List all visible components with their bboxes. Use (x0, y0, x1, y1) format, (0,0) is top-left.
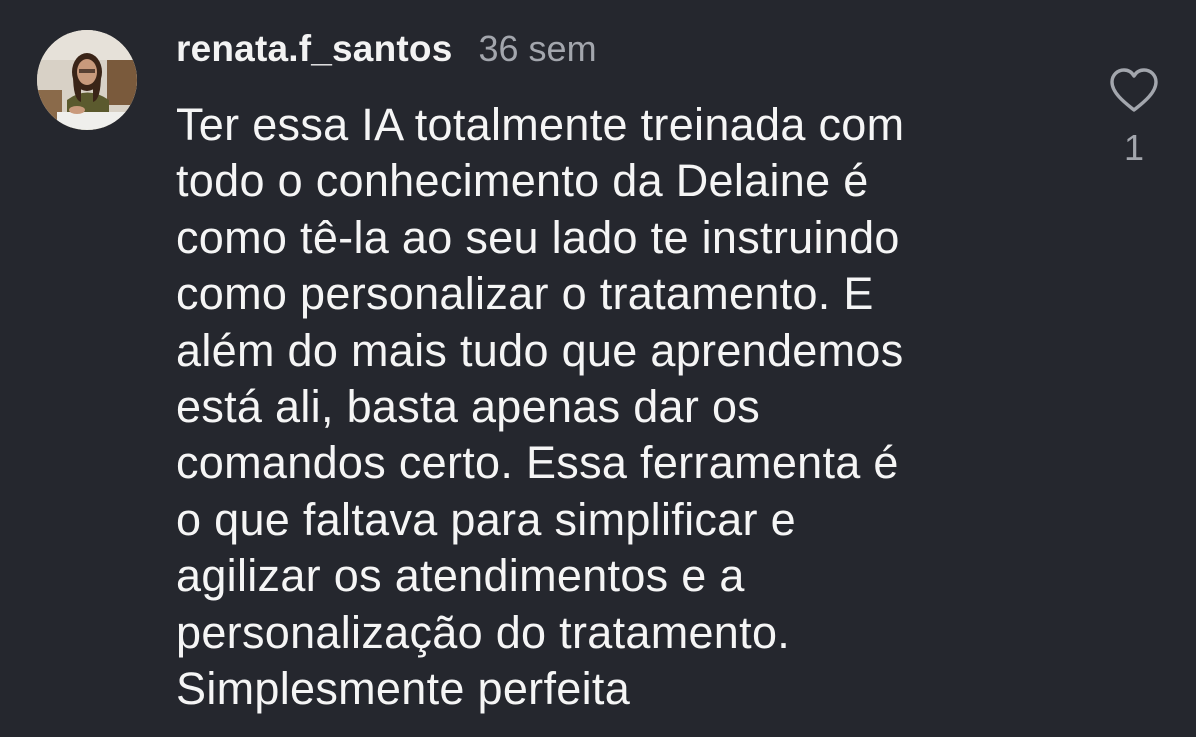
comment-line: além do mais tudo que aprendemos (176, 324, 904, 376)
comment-line: o que faltava para simplificar e (176, 493, 796, 545)
like-button[interactable] (1106, 66, 1162, 114)
comment-text: Ter essa IA totalmente treinada com todo… (176, 97, 1076, 717)
comment: renata.f_santos 36 sem Ter essa IA total… (0, 0, 1196, 737)
comment-line: Simplesmente perfeita (176, 663, 631, 715)
comment-line: está ali, basta apenas dar os (176, 381, 761, 433)
comment-line: todo o conhecimento da Delaine é (176, 155, 869, 207)
avatar[interactable] (37, 30, 137, 130)
comment-line: como personalizar o tratamento. E (176, 268, 874, 320)
timestamp: 36 sem (478, 28, 597, 69)
heart-outline-icon (1110, 68, 1158, 112)
like-count: 1 (1123, 127, 1145, 168)
comment-line: agilizar os atendimentos e a (176, 550, 745, 602)
comment-line: Ter essa IA totalmente treinada com (176, 99, 905, 150)
comment-line: personalização do tratamento. (176, 606, 791, 658)
avatar-photo (37, 30, 137, 130)
username[interactable]: renata.f_santos (176, 28, 453, 70)
comment-header: renata.f_santos 36 sem (176, 28, 597, 70)
comment-line: comandos certo. Essa ferramenta é (176, 437, 899, 489)
comment-line: como tê-la ao seu lado te instruindo (176, 211, 900, 263)
